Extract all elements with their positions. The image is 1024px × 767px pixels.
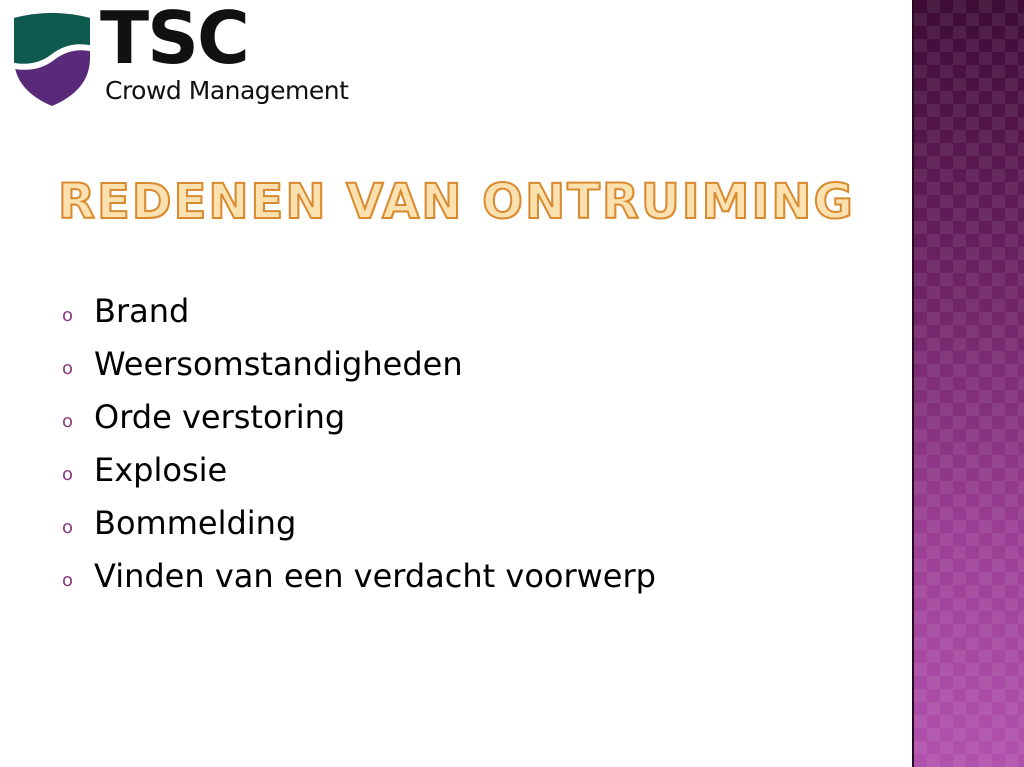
logo-subtitle: Crowd Management xyxy=(105,76,349,105)
tsc-logo: TSC Crowd Management xyxy=(10,2,390,110)
bullet-text: Explosie xyxy=(94,450,228,489)
shield-logo-icon xyxy=(14,13,90,106)
bullet-text: Orde verstoring xyxy=(94,397,346,436)
bullet-circle-icon: o xyxy=(62,358,74,379)
bullet-list: o Brand o Weersomstandigheden o Orde ver… xyxy=(62,284,656,602)
bullet-circle-icon: o xyxy=(62,570,74,591)
bullet-item: o Explosie xyxy=(62,443,656,496)
bullet-item: o Vinden van een verdacht voorwerp xyxy=(62,549,656,602)
bullet-circle-icon: o xyxy=(62,305,74,326)
bullet-text: Weersomstandigheden xyxy=(94,344,463,383)
bullet-circle-icon: o xyxy=(62,411,74,432)
bullet-circle-icon: o xyxy=(62,464,74,485)
bullet-item: o Weersomstandigheden xyxy=(62,337,656,390)
bullet-text: Bommelding xyxy=(94,503,297,542)
bullet-item: o Bommelding xyxy=(62,496,656,549)
logo-name: TSC xyxy=(100,0,250,80)
bullet-item: o Brand xyxy=(62,284,656,337)
decorative-side-band xyxy=(912,0,1024,767)
slide: TSC Crowd Management REDENEN VAN ONTRUIM… xyxy=(0,0,1024,767)
bullet-circle-icon: o xyxy=(62,517,74,538)
bullet-text: Brand xyxy=(94,291,190,330)
bullet-text: Vinden van een verdacht voorwerp xyxy=(94,556,656,595)
bullet-item: o Orde verstoring xyxy=(62,390,656,443)
slide-title: REDENEN VAN ONTRUIMING xyxy=(57,174,855,230)
